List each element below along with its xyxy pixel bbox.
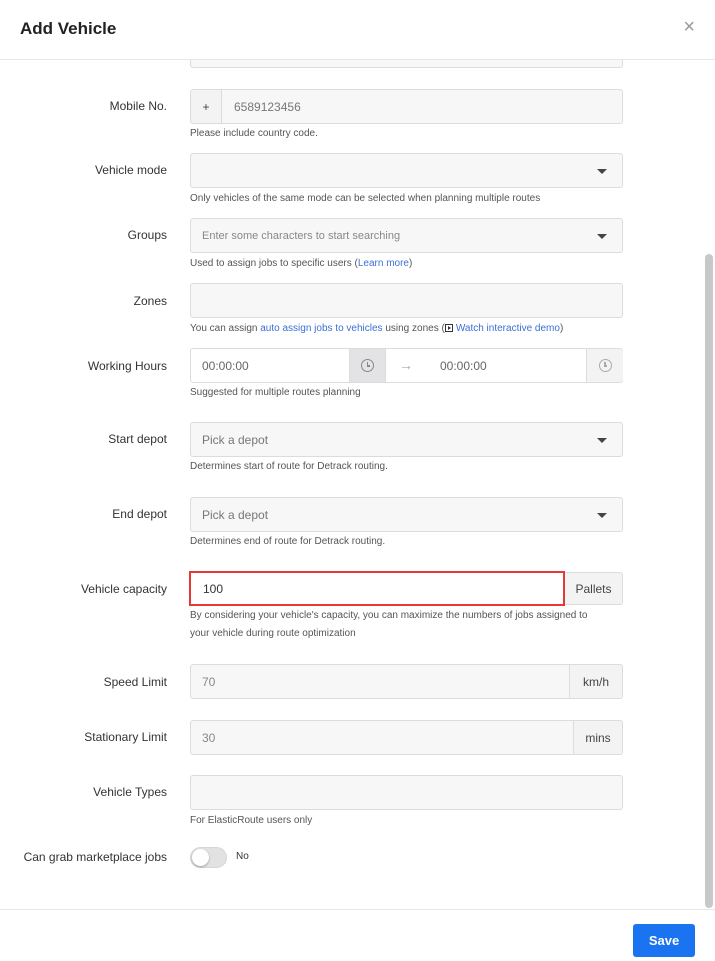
mobile-help: Please include country code.	[190, 128, 318, 139]
mobile-field[interactable]: + 6589123456	[190, 89, 623, 124]
vehicle-capacity-input[interactable]: 100	[189, 571, 565, 606]
watch-demo-link[interactable]: Watch interactive demo	[456, 323, 560, 334]
zones-input[interactable]	[190, 283, 623, 318]
marketplace-state: No	[236, 851, 249, 862]
clock-icon	[598, 359, 612, 372]
groups-label: Groups	[127, 228, 167, 242]
speed-limit-input[interactable]: 70 km/h	[190, 664, 623, 699]
start-depot-placeholder: Pick a depot	[202, 433, 269, 447]
groups-help: Used to assign jobs to specific users (L…	[190, 258, 413, 269]
vehicle-mode-label: Vehicle mode	[94, 163, 167, 177]
end-depot-label: End depot	[112, 507, 167, 521]
previous-field-remnant	[190, 60, 623, 68]
marketplace-toggle[interactable]	[190, 847, 227, 868]
end-depot-placeholder: Pick a depot	[202, 508, 269, 522]
auto-assign-link[interactable]: auto assign jobs to vehicles	[260, 323, 382, 334]
groups-select[interactable]: Enter some characters to start searching	[190, 218, 623, 253]
vehicle-capacity-label: Vehicle capacity	[80, 582, 167, 596]
modal-title: Add Vehicle	[20, 19, 117, 38]
vehicle-capacity-help: By considering your vehicle's capacity, …	[190, 610, 588, 639]
vehicle-mode-help: Only vehicles of the same mode can be se…	[190, 193, 541, 204]
chevron-down-icon	[597, 513, 607, 518]
chevron-down-icon	[597, 234, 607, 239]
country-code-prefix: +	[191, 90, 222, 123]
chevron-down-icon	[597, 169, 607, 174]
chevron-down-icon	[597, 438, 607, 443]
zones-help: You can assign auto assign jobs to vehic…	[190, 323, 564, 334]
mobile-label: Mobile No.	[109, 99, 167, 113]
marketplace-label: Can grab marketplace jobs	[23, 850, 167, 864]
stationary-limit-input[interactable]: 30 mins	[190, 720, 623, 755]
modal-body: Mobile No. + 6589123456 Please include c…	[0, 60, 715, 909]
vehicle-types-label: Vehicle Types	[93, 785, 167, 799]
zones-label: Zones	[133, 294, 167, 308]
groups-placeholder: Enter some characters to start searching	[202, 230, 401, 242]
start-depot-select[interactable]: Pick a depot	[190, 422, 623, 457]
end-time-clock-button[interactable]	[586, 349, 623, 382]
modal-footer: Save	[0, 909, 715, 961]
start-time-input[interactable]: 00:00:00	[202, 359, 249, 373]
speed-limit-label: Speed Limit	[103, 675, 167, 689]
close-icon[interactable]: ×	[683, 17, 695, 37]
end-time-input[interactable]: 00:00:00	[440, 359, 487, 373]
vehicle-types-input[interactable]	[190, 775, 623, 810]
play-icon	[444, 324, 453, 332]
capacity-unit-addon: Pallets	[565, 572, 623, 605]
stationary-limit-value: 30	[202, 731, 216, 745]
modal-header: Add Vehicle ×	[0, 0, 715, 60]
working-hours-help: Suggested for multiple routes planning	[190, 387, 361, 398]
stationary-limit-label: Stationary Limit	[84, 730, 167, 744]
working-hours-range: 00:00:00 → 00:00:00	[190, 348, 623, 383]
save-button[interactable]: Save	[633, 924, 695, 957]
learn-more-link[interactable]: Learn more	[358, 258, 409, 269]
vehicle-mode-select[interactable]	[190, 153, 623, 188]
vehicle-capacity-value: 100	[203, 582, 224, 596]
vehicle-types-help: For ElasticRoute users only	[190, 815, 313, 826]
start-depot-label: Start depot	[108, 432, 167, 446]
range-arrow-icon: →	[399, 357, 413, 373]
clock-icon	[361, 359, 374, 372]
working-hours-label: Working Hours	[87, 359, 167, 373]
end-depot-help: Determines end of route for Detrack rout…	[190, 536, 386, 547]
end-depot-select[interactable]: Pick a depot	[190, 497, 623, 532]
speed-unit-addon: km/h	[569, 665, 622, 698]
toggle-knob	[192, 849, 209, 866]
speed-limit-value: 70	[202, 675, 216, 689]
start-depot-help: Determines start of route for Detrack ro…	[190, 461, 388, 472]
stationary-unit-addon: mins	[573, 721, 622, 754]
mobile-input[interactable]: 6589123456	[234, 100, 301, 114]
start-time-clock-button[interactable]	[349, 349, 386, 382]
scrollbar[interactable]	[705, 254, 713, 908]
